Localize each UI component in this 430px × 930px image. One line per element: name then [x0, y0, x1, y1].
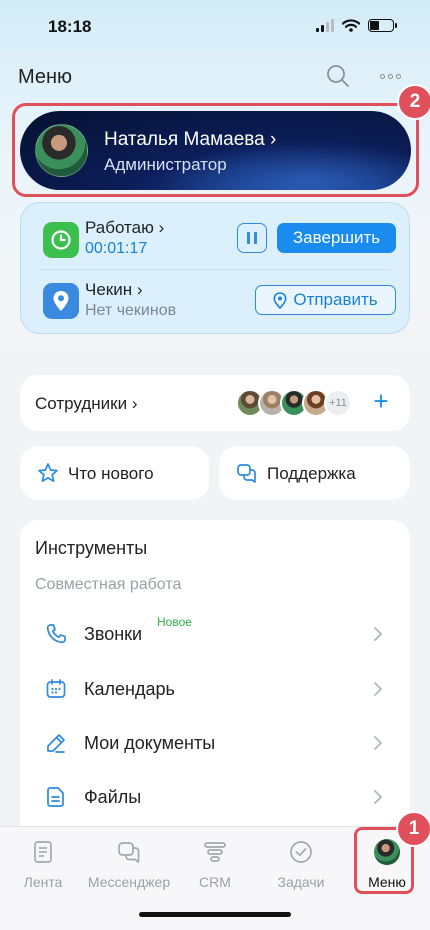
home-indicator — [139, 912, 291, 917]
crm-icon — [204, 842, 226, 862]
status-icons — [316, 19, 397, 32]
status-bar: 18:18 — [0, 0, 430, 56]
header: Меню — [0, 56, 430, 96]
phone-icon — [46, 624, 66, 644]
add-staff-button[interactable]: + — [368, 388, 394, 415]
tools-card: Инструменты Совместная работа Звонки Нов… — [20, 520, 410, 830]
star-icon — [38, 463, 58, 483]
signal-icon — [316, 19, 334, 32]
calendar-icon — [46, 679, 66, 698]
tab-messenger[interactable]: Мессенджер — [86, 827, 172, 897]
location-pin-icon — [43, 283, 79, 319]
check-circle-icon — [290, 841, 312, 863]
tab-label: Задачи — [277, 874, 325, 890]
staff-label: Сотрудники › — [35, 394, 138, 413]
staff-card[interactable]: Сотрудники › +11 + — [20, 375, 410, 431]
tab-label: CRM — [199, 874, 231, 890]
tool-item-documents[interactable]: Мои документы — [20, 721, 410, 765]
tab-crm[interactable]: CRM — [172, 827, 258, 897]
checkin-label[interactable]: Чекин › — [85, 280, 143, 300]
send-button[interactable]: Отправить — [255, 285, 396, 315]
chevron-right-icon — [374, 736, 383, 750]
chevron-right-icon — [374, 627, 383, 641]
clock-icon — [43, 222, 79, 258]
wifi-icon — [342, 19, 360, 32]
support-chat-icon — [237, 464, 256, 483]
chevron-right-icon — [374, 682, 383, 696]
tools-title: Инструменты — [35, 538, 148, 558]
whats-new-label: Что нового — [68, 464, 154, 483]
tools-section-label: Совместная работа — [35, 576, 182, 593]
new-badge: Новое — [157, 615, 192, 629]
annotation-badge-2: 2 — [397, 84, 430, 120]
support-card[interactable]: Поддержка — [219, 446, 410, 500]
tool-item-files[interactable]: Файлы — [20, 775, 410, 819]
battery-icon — [368, 19, 397, 32]
tool-item-calls[interactable]: Звонки Новое — [20, 612, 410, 656]
more-icon[interactable] — [374, 62, 406, 90]
tool-label: Звонки — [84, 624, 143, 644]
support-label: Поддержка — [267, 464, 356, 483]
work-card: Работаю › 00:01:17 Завершить Чекин › Нет… — [20, 202, 410, 334]
annotation-badge-1: 1 — [396, 811, 430, 847]
chevron-right-icon — [374, 790, 383, 804]
tool-item-calendar[interactable]: Календарь — [20, 667, 410, 711]
location-icon — [273, 291, 287, 309]
pause-button[interactable] — [237, 223, 267, 253]
search-icon[interactable] — [324, 62, 352, 90]
tool-label: Файлы — [84, 787, 142, 807]
staff-extra-count: +11 — [324, 389, 352, 417]
tab-label: Мессенджер — [87, 874, 171, 890]
highlight-profile — [12, 103, 419, 197]
work-timer: 00:01:17 — [85, 240, 148, 257]
file-icon — [47, 787, 64, 807]
whats-new-card[interactable]: Что нового — [20, 446, 209, 500]
checkin-sub: Нет чекинов — [85, 302, 177, 319]
tab-label: Лента — [23, 874, 63, 890]
chat-icon — [118, 842, 140, 863]
finish-button[interactable]: Завершить — [277, 223, 396, 253]
tool-label: Календарь — [84, 679, 175, 699]
status-time: 18:18 — [48, 17, 92, 36]
tab-tasks[interactable]: Задачи — [258, 827, 344, 897]
tab-feed[interactable]: Лента — [0, 827, 86, 897]
tool-label: Мои документы — [84, 733, 216, 753]
page-title: Меню — [18, 66, 73, 88]
divider — [39, 269, 391, 270]
work-status-label[interactable]: Работаю › — [85, 218, 164, 238]
staff-avatars: +11 — [236, 389, 352, 417]
feed-icon — [34, 841, 52, 863]
pen-icon — [47, 734, 65, 753]
send-label: Отправить — [293, 290, 378, 309]
